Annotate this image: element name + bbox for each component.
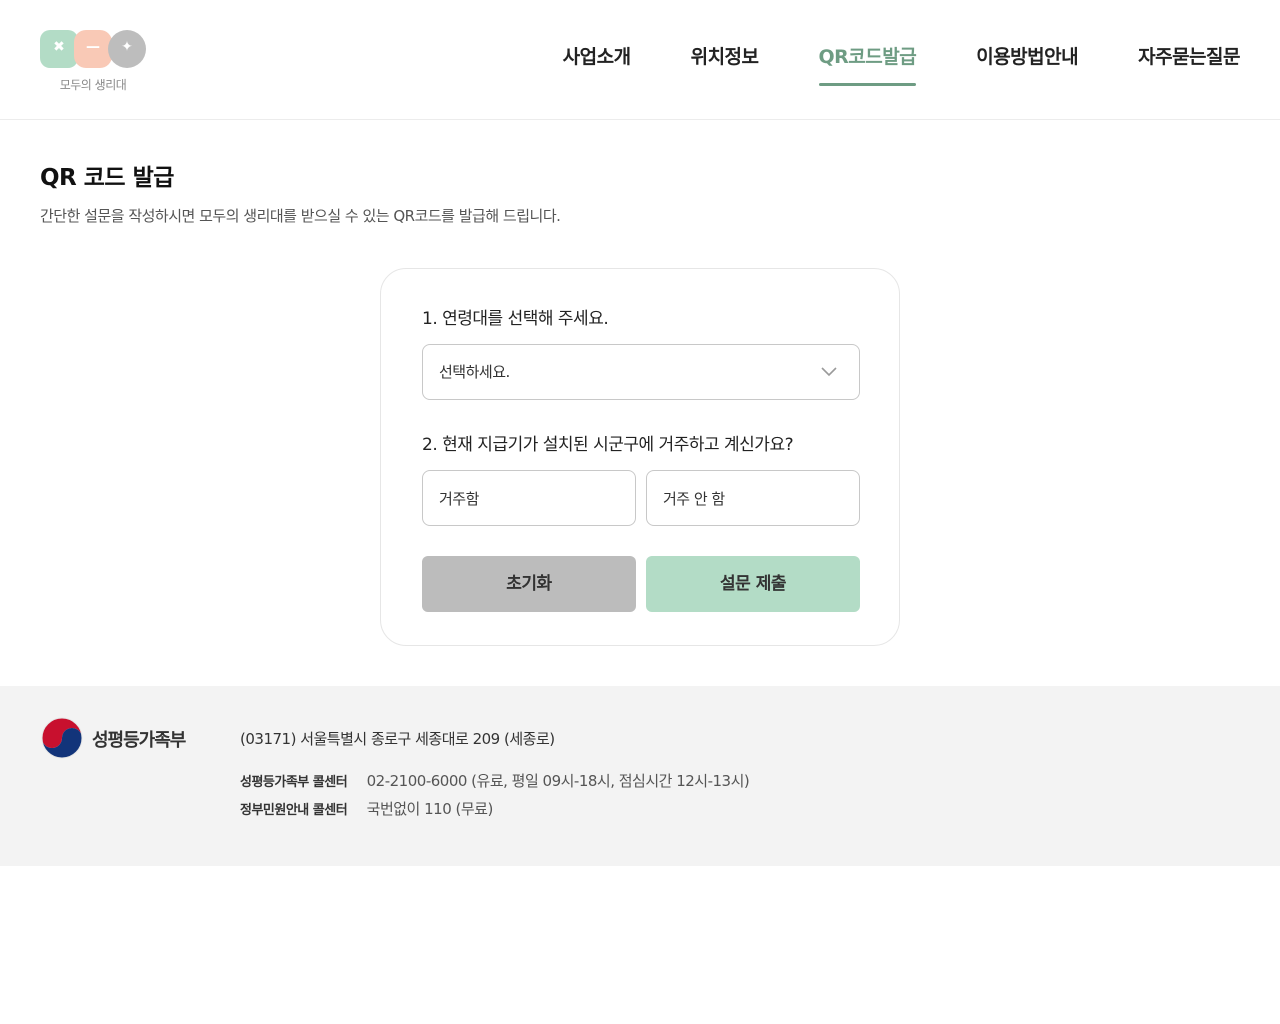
submit-survey-button[interactable]: 설문 제출 xyxy=(646,556,860,612)
contact-row-gov: 정부민원안내 콜센터 국번없이 110 (무료) xyxy=(240,798,493,819)
age-select-value: 선택하세요. xyxy=(439,363,510,381)
nav-item-about[interactable]: 사업소개 xyxy=(563,42,631,86)
site-logo[interactable]: ✖ — ✦ 모두의 생리대 xyxy=(40,30,150,94)
residence-option-no[interactable]: 거주 안 함 xyxy=(646,470,860,526)
site-header: ✖ — ✦ 모두의 생리대 사업소개 위치정보 QR코드발급 이용방법안내 자주… xyxy=(0,0,1280,120)
gov-name: 성평등가족부 xyxy=(92,730,186,751)
gov-logo: 성평등가족부 xyxy=(40,716,210,760)
nav-item-qr-issue[interactable]: QR코드발급 xyxy=(818,42,917,86)
residence-option-no-label: 거주 안 함 xyxy=(663,490,725,508)
submit-button-label: 설문 제출 xyxy=(720,574,786,594)
taegeuk-icon xyxy=(41,717,83,759)
contact-label: 정부민원안내 콜센터 xyxy=(240,803,348,818)
logo-cross-symbol: ✖ xyxy=(53,39,65,55)
question-age-label: 1. 연령대를 선택해 주세요. xyxy=(422,309,609,329)
reset-button-label: 초기화 xyxy=(506,574,552,594)
footer-address: (03171) 서울특별시 종로구 세종대로 209 (세종로) xyxy=(240,730,555,748)
chevron-down-icon xyxy=(821,367,837,377)
contact-label: 성평등가족부 콜센터 xyxy=(240,775,348,790)
survey-card: 1. 연령대를 선택해 주세요. 선택하세요. 2. 현재 지급기가 설치된 시… xyxy=(380,268,900,646)
site-footer: 성평등가족부 (03171) 서울특별시 종로구 세종대로 209 (세종로) … xyxy=(0,686,1280,866)
question-residence-label: 2. 현재 지급기가 설치된 시군구에 거주하고 계신가요? xyxy=(422,435,794,455)
page-title: QR 코드 발급 xyxy=(40,165,174,191)
logo-star-symbol: ✦ xyxy=(121,39,133,55)
residence-option-yes[interactable]: 거주함 xyxy=(422,470,636,526)
contact-row-ministry: 성평등가족부 콜센터 02-2100-6000 (유료, 평일 09시-18시,… xyxy=(240,770,750,791)
page-description: 간단한 설문을 작성하시면 모두의 생리대를 받으실 수 있는 QR코드를 발급… xyxy=(40,207,561,225)
reset-button[interactable]: 초기화 xyxy=(422,556,636,612)
residence-option-yes-label: 거주함 xyxy=(439,490,479,508)
logo-dash-symbol: — xyxy=(86,39,100,55)
age-select[interactable]: 선택하세요. xyxy=(422,344,860,400)
logo-text: 모두의 생리대 xyxy=(59,78,127,92)
main-nav: 사업소개 위치정보 QR코드발급 이용방법안내 자주묻는질문 xyxy=(503,42,1240,86)
nav-item-location[interactable]: 위치정보 xyxy=(691,42,759,86)
nav-item-guide[interactable]: 이용방법안내 xyxy=(976,42,1078,86)
nav-item-faq[interactable]: 자주묻는질문 xyxy=(1138,42,1240,86)
contact-value: 02-2100-6000 (유료, 평일 09시-18시, 점심시간 12시-1… xyxy=(366,772,750,790)
contact-value: 국번없이 110 (무료) xyxy=(366,800,494,818)
